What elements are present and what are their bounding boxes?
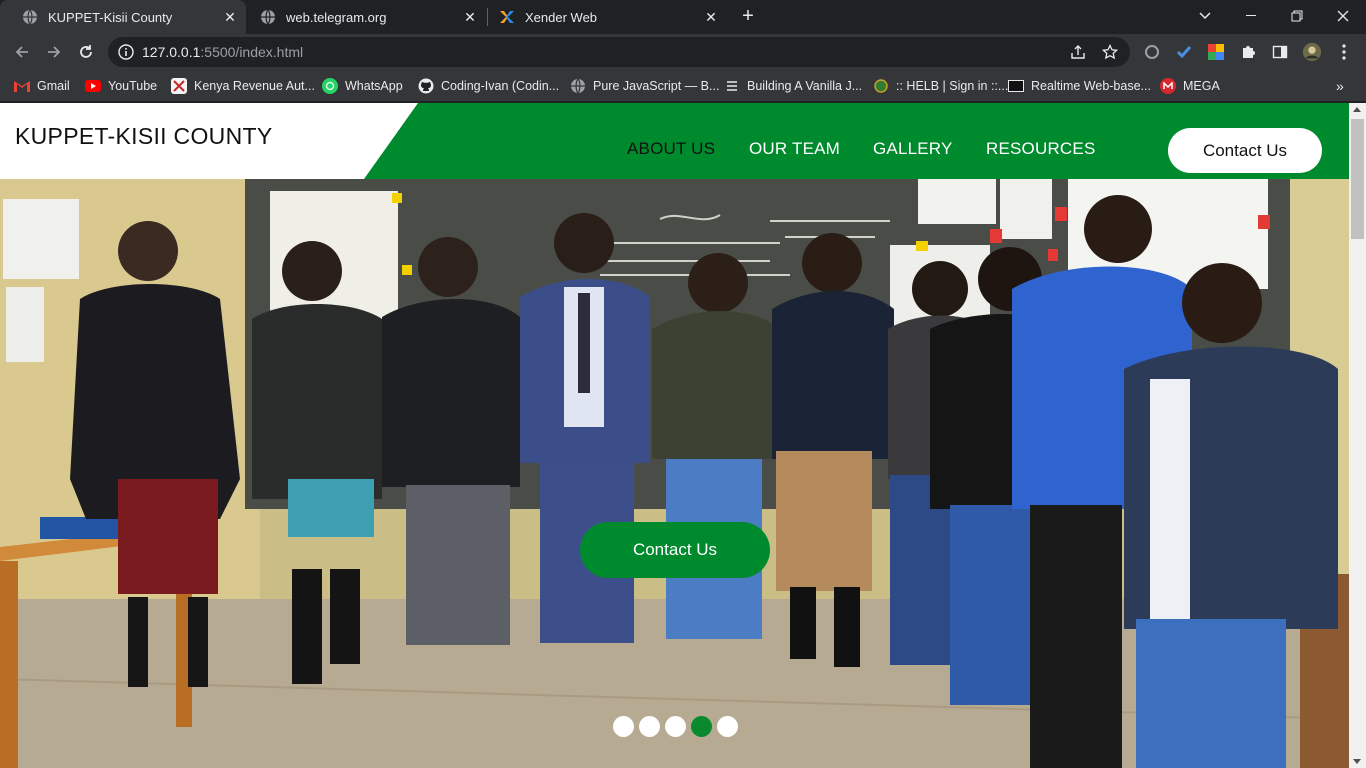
bookmark-label: :: HELB | Sign in ::... xyxy=(896,79,1009,93)
kra-icon xyxy=(171,78,187,94)
globe-icon xyxy=(260,9,276,25)
tab-kuppet[interactable]: KUPPET-Kisii County ✕ xyxy=(0,0,246,34)
carousel-dot-2[interactable] xyxy=(639,716,660,737)
close-icon[interactable]: ✕ xyxy=(462,9,478,25)
bookmark-mega[interactable]: MEGA xyxy=(1160,76,1220,96)
globe-icon xyxy=(570,78,586,94)
whatsapp-icon xyxy=(322,78,338,94)
tab-search-chevron-icon[interactable] xyxy=(1182,0,1228,32)
new-tab-icon[interactable]: + xyxy=(738,6,758,28)
hero-contact-button[interactable]: Contact Us xyxy=(580,522,770,578)
bookmark-label: Building A Vanilla J... xyxy=(747,79,863,93)
scroll-up-arrow-icon[interactable] xyxy=(1353,107,1361,112)
scroll-down-arrow-icon[interactable] xyxy=(1353,759,1361,764)
site-brand-title[interactable]: KUPPET-KISII COUNTY xyxy=(15,123,272,150)
url-text: 127.0.0.1:5500/index.html xyxy=(142,44,303,60)
side-panel-icon[interactable] xyxy=(1270,42,1290,62)
gmail-icon xyxy=(14,78,30,94)
tab-telegram[interactable]: web.telegram.org ✕ xyxy=(246,0,486,34)
tab-strip: KUPPET-Kisii County ✕ web.telegram.org ✕… xyxy=(0,0,1366,34)
bookmark-youtube[interactable]: YouTube xyxy=(85,76,157,96)
bookmark-kra[interactable]: Kenya Revenue Aut... xyxy=(171,76,315,96)
helb-icon xyxy=(873,78,889,94)
tab-title: web.telegram.org xyxy=(286,9,387,25)
carousel-dot-1[interactable] xyxy=(613,716,634,737)
page-icon xyxy=(1008,78,1024,94)
restore-icon[interactable] xyxy=(1274,0,1320,32)
bookmark-label: MEGA xyxy=(1183,79,1220,93)
share-icon[interactable] xyxy=(1070,44,1086,65)
extension-check-icon[interactable] xyxy=(1174,42,1194,62)
youtube-icon xyxy=(85,80,101,92)
tab-title: KUPPET-Kisii County xyxy=(48,9,173,25)
bookmark-star-icon[interactable] xyxy=(1101,43,1119,65)
page-scrollbar[interactable] xyxy=(1349,103,1366,768)
back-arrow-icon[interactable] xyxy=(10,40,34,64)
site-icon xyxy=(724,78,740,94)
nav-gallery[interactable]: GALLERY xyxy=(873,139,953,159)
carousel-dot-4[interactable] xyxy=(691,716,712,737)
address-bar[interactable]: 127.0.0.1:5500/index.html xyxy=(108,37,1130,67)
bookmark-label: Pure JavaScript — B... xyxy=(593,79,720,93)
bookmark-helb[interactable]: :: HELB | Sign in ::... xyxy=(873,76,1008,96)
github-icon xyxy=(418,78,434,94)
hero-carousel: Contact Us xyxy=(0,179,1349,768)
reload-icon[interactable] xyxy=(74,40,98,64)
scrollbar-thumb[interactable] xyxy=(1351,119,1364,239)
profile-avatar-icon[interactable] xyxy=(1302,42,1322,62)
site-info-icon[interactable] xyxy=(118,44,134,65)
browser-toolbar: 127.0.0.1:5500/index.html xyxy=(0,34,1366,70)
bookmark-pure-javascript[interactable]: Pure JavaScript — B... xyxy=(570,76,719,96)
bookmark-label: YouTube xyxy=(108,79,158,93)
bookmarks-overflow-chevron-icon[interactable]: » xyxy=(1336,76,1344,96)
tab-xender[interactable]: Xender Web ✕ xyxy=(487,0,727,34)
carousel-dot-5[interactable] xyxy=(717,716,738,737)
bookmark-vanilla-js[interactable]: Building A Vanilla J... xyxy=(724,76,862,96)
bookmark-whatsapp[interactable]: WhatsApp xyxy=(322,76,403,96)
forward-arrow-icon[interactable] xyxy=(42,40,66,64)
bookmark-label: Coding-Ivan (Codin... xyxy=(441,79,560,93)
header-contact-button[interactable]: Contact Us xyxy=(1168,128,1322,173)
tab-title: Xender Web xyxy=(525,9,598,25)
globe-icon xyxy=(22,9,38,25)
minimize-icon[interactable] xyxy=(1228,0,1274,32)
bookmark-gmail[interactable]: Gmail xyxy=(14,76,70,96)
extensions-puzzle-icon[interactable] xyxy=(1238,42,1258,62)
close-icon[interactable]: ✕ xyxy=(222,9,238,25)
extension-color-icon[interactable] xyxy=(1206,42,1226,62)
bookmark-label: Gmail xyxy=(37,79,70,93)
kebab-menu-icon[interactable] xyxy=(1334,42,1354,62)
bookmark-github[interactable]: Coding-Ivan (Codin... xyxy=(418,76,559,96)
close-icon[interactable]: ✕ xyxy=(703,9,719,25)
mega-icon xyxy=(1160,78,1176,94)
hero-photo xyxy=(0,179,1349,768)
extension-circle-icon[interactable] xyxy=(1142,42,1162,62)
nav-resources[interactable]: RESOURCES xyxy=(986,139,1096,159)
url-path: :5500/index.html xyxy=(200,44,304,60)
carousel-dot-3[interactable] xyxy=(665,716,686,737)
xender-icon xyxy=(499,9,515,25)
page-viewport: KUPPET-KISII COUNTY ABOUT US OUR TEAM GA… xyxy=(0,103,1349,768)
window-close-icon[interactable] xyxy=(1320,0,1366,32)
url-host: 127.0.0.1 xyxy=(142,44,201,60)
site-header: KUPPET-KISII COUNTY ABOUT US OUR TEAM GA… xyxy=(0,103,1349,179)
bookmark-realtime[interactable]: Realtime Web-base... xyxy=(1008,76,1151,96)
bookmarks-bar: Gmail YouTube Kenya Revenue Aut... Whats… xyxy=(0,70,1366,102)
nav-about-us[interactable]: ABOUT US xyxy=(627,139,715,159)
nav-our-team[interactable]: OUR TEAM xyxy=(749,139,840,159)
bookmark-label: WhatsApp xyxy=(345,79,403,93)
bookmark-label: Kenya Revenue Aut... xyxy=(194,79,315,93)
bookmark-label: Realtime Web-base... xyxy=(1031,79,1151,93)
